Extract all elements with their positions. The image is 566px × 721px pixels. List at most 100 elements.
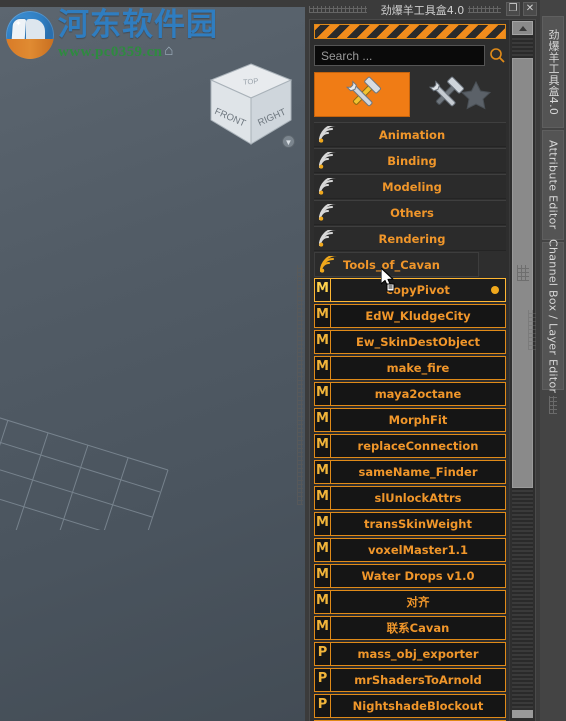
tool-row[interactable]: M slUnlockAttrs: [314, 486, 506, 510]
category-row[interactable]: Binding: [314, 148, 506, 173]
tool-label: 联系Cavan: [331, 616, 506, 640]
tool-label: voxelMaster1.1: [331, 538, 506, 562]
view-cube[interactable]: FRONT RIGHT TOP ▼: [205, 58, 297, 150]
tool-type-badge: P: [314, 642, 331, 666]
wifi-expanded-icon: [319, 255, 338, 273]
tool-row[interactable]: M 对齐: [314, 590, 506, 614]
vertical-scrollbar[interactable]: [509, 20, 535, 721]
category-label: Others: [390, 205, 434, 220]
category-row[interactable]: Animation: [314, 122, 506, 147]
category-row[interactable]: Others: [314, 200, 506, 225]
tool-row[interactable]: M 联系Cavan: [314, 616, 506, 640]
caret-up-icon[interactable]: [512, 21, 533, 35]
title-bar[interactable]: 劲爆羊工具盒4.0 ❐ ✕: [305, 0, 540, 19]
wifi-expanded-icon: [315, 255, 341, 274]
wifi-collapsed-icon: [318, 203, 337, 221]
window-title: 劲爆羊工具盒4.0: [376, 1, 469, 18]
dock-grip[interactable]: [549, 396, 557, 414]
drag-grip-left[interactable]: [309, 6, 367, 13]
wifi-collapsed-icon: [318, 125, 337, 143]
category-label: Animation: [378, 127, 446, 142]
watermark: ✦ 河东软件园 www.pc0359.cn ⌂: [6, 10, 218, 60]
tool-label: Water Drops v1.0: [331, 564, 506, 588]
tool-row[interactable]: M sameName_Finder: [314, 460, 506, 484]
tool-row[interactable]: M transSkinWeight: [314, 512, 506, 536]
wifi-collapsed-icon: [318, 177, 337, 195]
watermark-url: www.pc0359.cn: [58, 44, 163, 60]
tool-label: transSkinWeight: [331, 512, 506, 536]
tool-list[interactable]: Animation Binding Modeling Others Render…: [314, 122, 506, 721]
tool-label: 对齐: [331, 590, 506, 614]
tool-row[interactable]: P NightshadeBlockout: [314, 694, 506, 718]
search-row: [314, 45, 506, 66]
tool-row[interactable]: M maya2octane: [314, 382, 506, 406]
search-icon[interactable]: [489, 47, 506, 64]
scrollbar-track[interactable]: [512, 36, 533, 708]
tool-status-dot: [491, 286, 499, 294]
tool-type-badge: M: [314, 382, 331, 406]
tool-label: EdW_KludgeCity: [331, 304, 506, 328]
chevron-down-icon[interactable]: ▼: [282, 135, 295, 148]
scrollbar-thumb[interactable]: [512, 58, 533, 488]
tool-row[interactable]: M copyPivot: [314, 278, 506, 302]
tool-type-badge: M: [314, 460, 331, 484]
viewcube-top-label: TOP: [243, 76, 259, 87]
close-button[interactable]: ✕: [523, 2, 537, 16]
tool-type-badge: M: [314, 434, 331, 458]
vtab-channel-box[interactable]: Channel Box / Layer Editor: [542, 238, 564, 394]
tool-type-badge: M: [314, 408, 331, 432]
tool-label: slUnlockAttrs: [331, 486, 506, 510]
tool-type-badge: M: [314, 564, 331, 588]
category-row[interactable]: Rendering: [314, 226, 506, 251]
tab-favorites[interactable]: [412, 72, 506, 117]
category-row[interactable]: Tools_of_Cavan: [314, 252, 479, 277]
tool-type-badge: M: [314, 304, 331, 328]
tool-row[interactable]: M EdW_KludgeCity: [314, 304, 506, 328]
panel-splitter-right[interactable]: [528, 310, 536, 350]
tool-type-badge: M: [314, 486, 331, 510]
tool-type-badge: P: [314, 694, 331, 718]
category-row[interactable]: Modeling: [314, 174, 506, 199]
panel-splitter-left[interactable]: [297, 265, 303, 505]
tool-label: maya2octane: [331, 382, 506, 406]
watermark-site-name: 河东软件园: [58, 7, 218, 43]
tab-tools[interactable]: [314, 72, 410, 117]
tool-type-badge: M: [314, 616, 331, 640]
tool-row[interactable]: M Ew_SkinDestObject: [314, 330, 506, 354]
tool-type-badge: M: [314, 512, 331, 536]
tool-row[interactable]: M replaceConnection: [314, 434, 506, 458]
toolbox-window: 劲爆羊工具盒4.0 ❐ ✕ Search ... Animation Bindi…: [305, 0, 540, 721]
vtab-toolbox[interactable]: 劲爆羊工具盒4.0: [542, 16, 564, 128]
tab-bar: [314, 72, 506, 117]
viewport-3d[interactable]: ✦ 河东软件园 www.pc0359.cn ⌂ FRONT RIGHT TOP …: [0, 0, 305, 721]
hazard-stripe-banner: [314, 24, 506, 39]
vtab-attribute-editor-label: Attribute Editor: [546, 140, 560, 230]
vtab-attribute-editor[interactable]: Attribute Editor: [542, 130, 564, 240]
tool-label: make_fire: [331, 356, 506, 380]
wifi-collapsed-icon: [314, 125, 340, 144]
search-input[interactable]: [314, 45, 485, 66]
tool-row[interactable]: M MorphFit: [314, 408, 506, 432]
tool-label: mrShadersToArnold: [331, 668, 506, 692]
wifi-collapsed-icon: [318, 151, 337, 169]
vtab-channel-box-label: Channel Box / Layer Editor: [546, 238, 560, 394]
restore-button[interactable]: ❐: [506, 2, 520, 16]
wifi-collapsed-icon: [318, 229, 337, 247]
scrollbar-bottom-stub[interactable]: [512, 710, 533, 718]
tool-row[interactable]: P mass_obj_exporter: [314, 642, 506, 666]
tool-type-badge: M: [314, 278, 331, 302]
tool-type-badge: P: [314, 668, 331, 692]
tool-label: mass_obj_exporter: [331, 642, 506, 666]
tool-label: Ew_SkinDestObject: [331, 330, 506, 354]
tool-type-badge: M: [314, 590, 331, 614]
tool-row[interactable]: P mrShadersToArnold: [314, 668, 506, 692]
wifi-collapsed-icon: [314, 203, 340, 222]
category-label: Rendering: [378, 231, 446, 246]
tool-row[interactable]: M make_fire: [314, 356, 506, 380]
hammer-wrench-icon: [345, 76, 381, 106]
tool-label: copyPivot: [331, 278, 506, 302]
category-label: Binding: [387, 153, 437, 168]
tool-row[interactable]: M Water Drops v1.0: [314, 564, 506, 588]
tool-row[interactable]: M voxelMaster1.1: [314, 538, 506, 562]
tool-label: sameName_Finder: [331, 460, 506, 484]
